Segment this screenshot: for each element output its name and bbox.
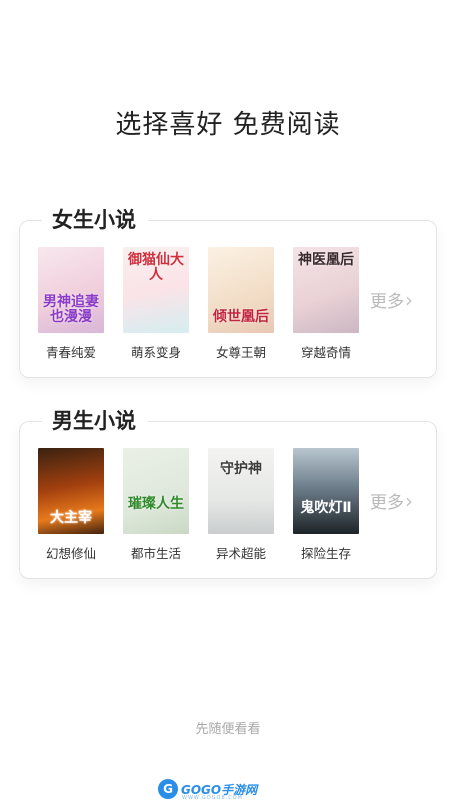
book-category-label: 探险生存	[300, 546, 351, 561]
cover-title: 神医凰后	[298, 252, 354, 268]
page-title: 选择喜好 免费阅读	[115, 110, 341, 140]
cover-title: 守护神	[220, 461, 262, 477]
female-novels-section: 女生小说 男神追妻也漫漫 青春纯爱 御猫仙大人 萌系变身 倾世凰后 女尊王朝 神…	[19, 205, 437, 378]
section-title-male: 男生小说	[42, 406, 148, 436]
site-watermark-logo: G GOGO手游网 WWW.GOGO8.COM	[158, 779, 257, 801]
book-category-label: 女尊王朝	[215, 345, 266, 360]
book-cover: 男神追妻也漫漫	[38, 247, 104, 333]
book-cover: 御猫仙大人	[123, 247, 189, 333]
cover-title: 鬼吹灯Ⅱ	[300, 500, 352, 516]
watermark-subtext: WWW.GOGO8.COM	[182, 795, 243, 801]
cover-title: 男神追妻也漫漫	[43, 294, 99, 325]
book-cover: 璀璨人生	[123, 448, 189, 534]
book-male-2[interactable]: 璀璨人生 都市生活	[123, 448, 189, 562]
book-cover: 倾世凰后	[208, 247, 274, 333]
book-cover: 大主宰	[38, 448, 104, 534]
gogo-logo-icon: G	[158, 779, 178, 799]
book-male-3[interactable]: 守护神 异术超能	[208, 448, 274, 562]
book-category-label: 萌系变身	[130, 345, 181, 360]
book-female-3[interactable]: 倾世凰后 女尊王朝	[208, 247, 274, 361]
book-cover: 神医凰后	[293, 247, 359, 333]
more-label: 更多	[370, 493, 404, 513]
section-title-female: 女生小说	[42, 205, 148, 235]
book-female-2[interactable]: 御猫仙大人 萌系变身	[123, 247, 189, 361]
male-novels-section: 男生小说 大主宰 幻想修仙 璀璨人生 都市生活 守护神 异术超能 鬼吹灯Ⅱ 探险…	[19, 406, 437, 579]
book-category-label: 穿越奇情	[300, 345, 351, 360]
cover-title: 璀璨人生	[128, 496, 184, 512]
book-female-1[interactable]: 男神追妻也漫漫 青春纯爱	[38, 247, 104, 361]
more-female-link[interactable]: 更多 ›	[370, 287, 413, 313]
book-category-label: 异术超能	[215, 546, 266, 561]
cover-title: 倾世凰后	[213, 309, 269, 325]
chevron-right-icon: ›	[405, 287, 413, 312]
skip-browse-link[interactable]: 先随便看看	[0, 718, 456, 737]
book-category-label: 都市生活	[130, 546, 181, 561]
more-label: 更多	[370, 292, 404, 312]
cover-title: 大主宰	[50, 510, 92, 526]
book-female-4[interactable]: 神医凰后 穿越奇情	[293, 247, 359, 361]
book-cover: 守护神	[208, 448, 274, 534]
book-male-1[interactable]: 大主宰 幻想修仙	[38, 448, 104, 562]
book-category-label: 青春纯爱	[45, 345, 96, 360]
book-cover: 鬼吹灯Ⅱ	[293, 448, 359, 534]
cover-title: 御猫仙大人	[128, 252, 184, 283]
book-male-4[interactable]: 鬼吹灯Ⅱ 探险生存	[293, 448, 359, 562]
more-male-link[interactable]: 更多 ›	[370, 488, 413, 514]
book-category-label: 幻想修仙	[45, 546, 96, 561]
chevron-right-icon: ›	[405, 488, 413, 513]
